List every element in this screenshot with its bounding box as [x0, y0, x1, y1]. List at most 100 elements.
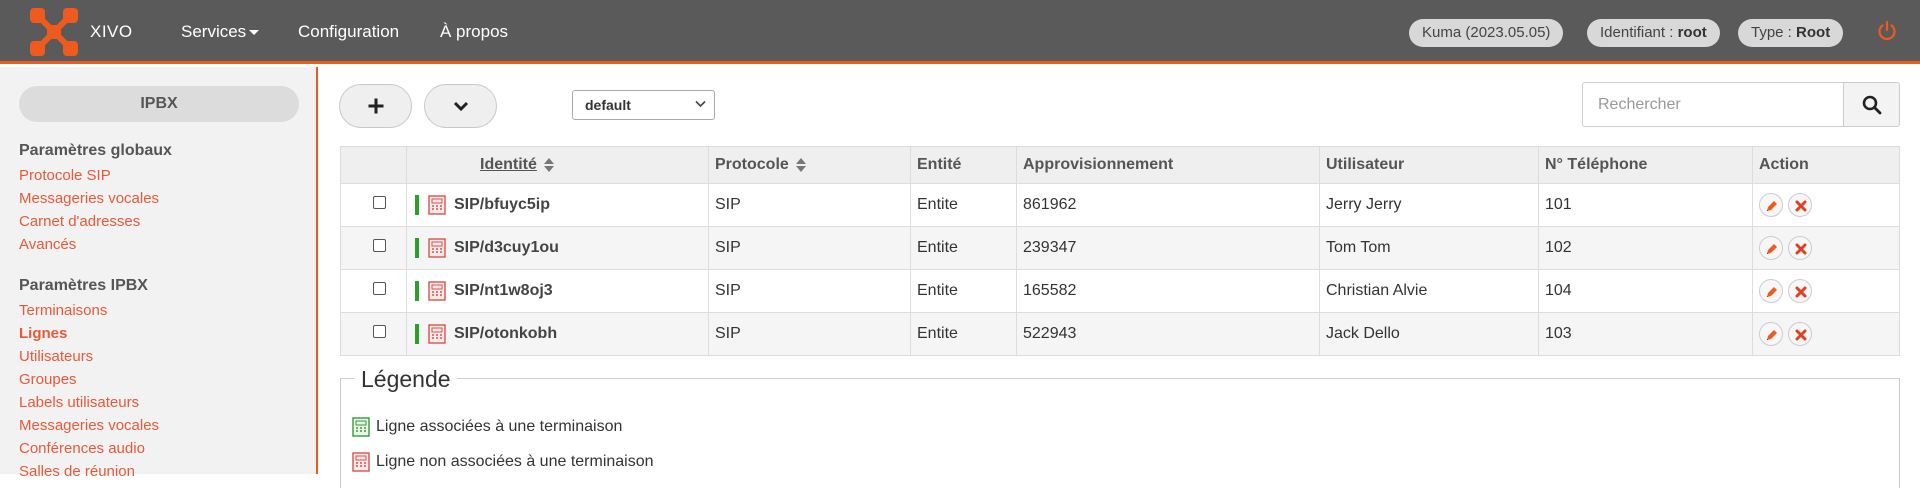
user-cell: Christian Alvie: [1319, 269, 1539, 313]
row-checkbox[interactable]: [373, 196, 386, 209]
identity-value[interactable]: SIP/nt1w8oj3: [454, 282, 553, 299]
nav-services[interactable]: Services: [181, 22, 260, 42]
header-protocol[interactable]: Protocole: [708, 146, 911, 184]
protocol-cell: SIP: [708, 312, 911, 356]
legend-title: Légende: [355, 366, 457, 393]
user-cell: Jack Dello: [1319, 312, 1539, 356]
add-button[interactable]: [339, 84, 412, 128]
edit-button[interactable]: [1759, 279, 1783, 303]
nav-about[interactable]: À propos: [440, 22, 508, 42]
search-input[interactable]: [1583, 83, 1843, 126]
context-select-value: default: [585, 97, 631, 113]
entity-cell: Entite: [910, 269, 1017, 313]
sidebar-item-protocole-sip[interactable]: Protocole SIP: [19, 167, 111, 184]
identity-cell: SIP/d3cuy1ou: [406, 226, 709, 270]
type-label: Type :: [1751, 24, 1792, 41]
close-icon: [1795, 286, 1807, 298]
delete-button[interactable]: [1788, 193, 1812, 217]
header-phone: N° Téléphone: [1538, 146, 1753, 184]
brand-name[interactable]: XIVO: [90, 22, 133, 42]
protocol-cell: SIP: [708, 183, 911, 227]
status-indicator: [415, 281, 419, 301]
table-row: SIP/d3cuy1ou SIP Entite 239347 Tom Tom 102: [340, 226, 1900, 270]
protocol-cell: SIP: [708, 226, 911, 270]
identity-value[interactable]: SIP/bfuyc5ip: [454, 196, 550, 213]
sidebar-section-ipbx: Paramètres IPBX: [19, 277, 148, 294]
provisioning-cell: 165582: [1016, 269, 1320, 313]
delete-button[interactable]: [1788, 279, 1812, 303]
phone-cell: 102: [1538, 226, 1753, 270]
edit-button[interactable]: [1759, 193, 1783, 217]
sidebar-item-salles-reunion[interactable]: Salles de réunion: [19, 463, 135, 480]
edit-button[interactable]: [1759, 322, 1783, 346]
chevron-down-icon: [453, 101, 468, 112]
table-row: SIP/bfuyc5ip SIP Entite 861962 Jerry Jerry 10…: [340, 183, 1900, 227]
header-identity-label[interactable]: Identité: [480, 156, 537, 173]
action-cell: [1752, 183, 1900, 227]
user-cell: Jerry Jerry: [1319, 183, 1539, 227]
sidebar-item-conferences-audio[interactable]: Conférences audio: [19, 440, 145, 457]
login-label: Identifiant :: [1600, 24, 1674, 41]
sidebar-item-lignes[interactable]: Lignes: [19, 325, 67, 342]
plus-icon: [368, 98, 383, 114]
delete-button[interactable]: [1788, 236, 1812, 260]
header-entity: Entité: [910, 146, 1017, 184]
expand-actions-button[interactable]: [424, 84, 497, 128]
identity-cell: SIP/bfuyc5ip: [406, 183, 709, 227]
action-cell: [1752, 226, 1900, 270]
sidebar-item-carnet-adresses[interactable]: Carnet d'adresses: [19, 213, 140, 230]
header-provisioning: Approvisionnement: [1016, 146, 1320, 184]
row-checkbox[interactable]: [373, 239, 386, 252]
top-navbar: XIVO Services Configuration À propos Kum…: [0, 0, 1920, 64]
lines-table: Identité Protocole Entité Approvisionnem…: [340, 146, 1900, 356]
chevron-down-icon: [695, 100, 706, 108]
sort-icon[interactable]: [543, 157, 555, 173]
sidebar-item-utilisateurs[interactable]: Utilisateurs: [19, 348, 93, 365]
phone-line-red-icon: [352, 452, 370, 472]
table-header-row: Identité Protocole Entité Approvisionnem…: [340, 146, 1900, 184]
sidebar-item-groupes[interactable]: Groupes: [19, 371, 77, 388]
delete-button[interactable]: [1788, 322, 1812, 346]
sidebar-title[interactable]: IPBX: [19, 86, 299, 122]
type-value: Root: [1796, 24, 1831, 41]
sidebar-item-avances[interactable]: Avancés: [19, 236, 76, 253]
sidebar-item-messageries-vocales[interactable]: Messageries vocales: [19, 190, 159, 207]
sidebar-item-labels-utilisateurs[interactable]: Labels utilisateurs: [19, 394, 139, 411]
search-icon: [1862, 95, 1881, 114]
nav-configuration[interactable]: Configuration: [298, 22, 399, 42]
identity-value[interactable]: SIP/d3cuy1ou: [454, 239, 559, 256]
row-checkbox[interactable]: [373, 282, 386, 295]
xivo-logo-icon[interactable]: [28, 6, 80, 58]
user-cell: Tom Tom: [1319, 226, 1539, 270]
protocol-cell: SIP: [708, 269, 911, 313]
search-button[interactable]: [1843, 82, 1900, 127]
header-select: [340, 146, 407, 184]
row-select-cell: [340, 226, 407, 270]
pencil-icon: [1767, 244, 1777, 254]
power-icon[interactable]: [1876, 20, 1898, 42]
entity-cell: Entite: [910, 226, 1017, 270]
type-badge: Type : Root: [1738, 19, 1844, 47]
header-identity[interactable]: Identité: [406, 146, 709, 184]
row-checkbox[interactable]: [373, 325, 386, 338]
identity-value[interactable]: SIP/otonkobh: [454, 325, 557, 342]
header-action: Action: [1752, 146, 1900, 184]
phone-line-red-icon: [428, 281, 446, 301]
context-select[interactable]: default: [572, 90, 715, 120]
sidebar-section-global: Paramètres globaux: [19, 142, 172, 159]
phone-line-red-icon: [428, 324, 446, 344]
action-cell: [1752, 312, 1900, 356]
phone-line-red-icon: [428, 238, 446, 258]
sidebar-item-messageries-vocales-ipbx[interactable]: Messageries vocales: [19, 417, 159, 434]
search-field[interactable]: [1582, 82, 1844, 127]
entity-cell: Entite: [910, 183, 1017, 227]
login-value: root: [1677, 24, 1707, 41]
identity-cell: SIP/nt1w8oj3: [406, 269, 709, 313]
row-select-cell: [340, 269, 407, 313]
edit-button[interactable]: [1759, 236, 1783, 260]
sidebar-item-terminaisons[interactable]: Terminaisons: [19, 302, 107, 319]
close-icon: [1795, 200, 1807, 212]
sort-icon[interactable]: [795, 157, 807, 173]
phone-cell: 104: [1538, 269, 1753, 313]
phone-cell: 103: [1538, 312, 1753, 356]
